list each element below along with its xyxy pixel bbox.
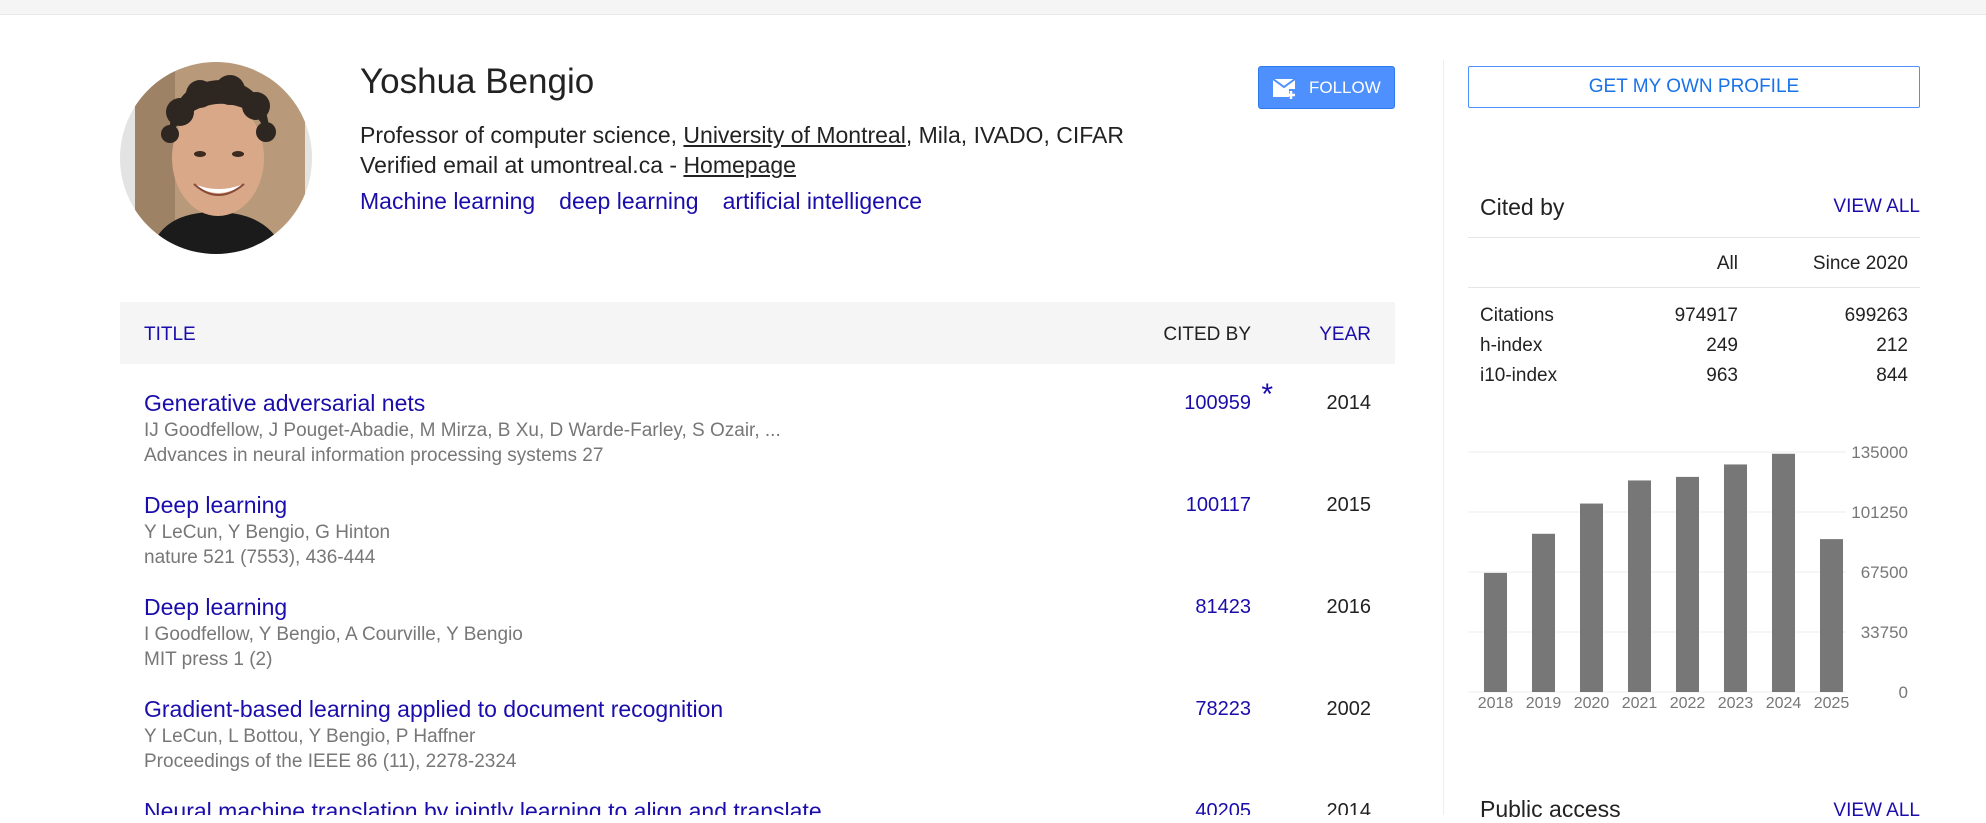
cited-by-link[interactable]: 100959 bbox=[1184, 392, 1251, 415]
paper-venue: Advances in neural information processin… bbox=[144, 445, 604, 466]
x-tick-label: 2018 bbox=[1478, 695, 1514, 712]
avatar-photo bbox=[135, 62, 305, 254]
paper-year: 2015 bbox=[1326, 494, 1372, 516]
interest-link[interactable]: deep learning bbox=[559, 188, 698, 214]
cited-by-link[interactable]: 78223 bbox=[1195, 698, 1251, 721]
paper-year: 2014 bbox=[1326, 800, 1372, 815]
paper-year: 2014 bbox=[1326, 392, 1372, 414]
citation-bar-2019[interactable] bbox=[1532, 533, 1555, 692]
homepage-link[interactable]: Homepage bbox=[683, 152, 796, 178]
stat-all: 974917 bbox=[1674, 305, 1738, 326]
stat-since: 844 bbox=[1876, 365, 1908, 386]
paper-year: 2002 bbox=[1326, 698, 1372, 720]
y-tick-label: 101250 bbox=[1851, 503, 1908, 522]
paper-authors: I Goodfellow, Y Bengio, A Courville, Y B… bbox=[144, 624, 523, 645]
x-tick-label: 2023 bbox=[1718, 695, 1754, 712]
follow-button[interactable]: FOLLOW bbox=[1258, 66, 1395, 109]
stat-all: 963 bbox=[1706, 365, 1738, 386]
stats-col-since: Since 2020 bbox=[1812, 253, 1908, 274]
citation-bar-2025[interactable] bbox=[1820, 539, 1843, 692]
column-divider bbox=[1443, 60, 1444, 815]
public-access-heading: Public access bbox=[1480, 796, 1621, 822]
sort-year[interactable]: YEAR bbox=[1319, 324, 1371, 346]
paper-authors: IJ Goodfellow, J Pouget-Abadie, M Mirza,… bbox=[144, 420, 781, 441]
citations-chart: 135000 101250 67500 33750 0 2018 2019 2020 2021 2… bbox=[1468, 443, 1908, 712]
stat-label: i10-index bbox=[1480, 365, 1558, 386]
paper-title-link[interactable]: Generative adversarial nets bbox=[144, 390, 425, 417]
affiliation-suffix: , Mila, IVADO, CIFAR bbox=[905, 122, 1124, 148]
paper-year: 2016 bbox=[1326, 596, 1372, 618]
interests: Machine learning deep learning artificial … bbox=[360, 188, 946, 215]
paper-venue: MIT press 1 (2) bbox=[144, 649, 273, 670]
citation-bar-2018[interactable] bbox=[1484, 572, 1507, 692]
paper-title-link[interactable]: Deep learning bbox=[144, 594, 287, 621]
y-tick-label: 0 bbox=[1899, 683, 1908, 702]
stat-label: h-index bbox=[1480, 335, 1543, 356]
cited-by-link[interactable]: 100117 bbox=[1186, 494, 1251, 517]
y-tick-label: 67500 bbox=[1861, 563, 1908, 582]
divider bbox=[1468, 237, 1920, 238]
paper-venue: nature 521 (7553), 436-444 bbox=[144, 547, 376, 568]
interest-link[interactable]: Machine learning bbox=[360, 188, 535, 214]
mail-plus-icon bbox=[1272, 77, 1296, 99]
table-row: Deep learning I Goodfellow, Y Bengio, A … bbox=[120, 594, 1395, 696]
paper-title-link[interactable]: Gradient-based learning applied to docum… bbox=[144, 696, 723, 723]
cited-by-heading: Cited by bbox=[1480, 194, 1565, 220]
merged-citations-star[interactable]: * bbox=[1261, 378, 1273, 412]
paper-venue: Proceedings of the IEEE 86 (11), 2278-23… bbox=[144, 751, 517, 772]
x-tick-label: 2024 bbox=[1766, 695, 1802, 712]
paper-title-link[interactable]: Neural machine translation by jointly le… bbox=[144, 798, 822, 815]
citation-bar-2024[interactable] bbox=[1772, 453, 1795, 692]
interest-link[interactable]: artificial intelligence bbox=[723, 188, 922, 214]
sort-title[interactable]: TITLE bbox=[144, 324, 196, 346]
column-cited-by: CITED BY bbox=[1163, 324, 1251, 345]
paper-authors: Y LeCun, Y Bengio, G Hinton bbox=[144, 522, 391, 543]
table-row: Deep learning Y LeCun, Y Bengio, G Hinto… bbox=[120, 492, 1395, 594]
get-own-profile-button[interactable]: GET MY OWN PROFILE bbox=[1468, 66, 1920, 108]
top-strip bbox=[0, 0, 1986, 15]
x-tick-label: 2019 bbox=[1526, 695, 1562, 712]
x-tick-label: 2020 bbox=[1574, 695, 1610, 712]
divider bbox=[1468, 287, 1920, 288]
affiliation: Professor of computer science, Universit… bbox=[360, 122, 1124, 149]
citation-bar-2023[interactable] bbox=[1724, 464, 1747, 692]
x-tick-label: 2021 bbox=[1622, 695, 1658, 712]
paper-title-link[interactable]: Deep learning bbox=[144, 492, 287, 519]
stat-since: 699263 bbox=[1844, 305, 1908, 326]
y-tick-label: 135000 bbox=[1851, 443, 1908, 462]
paper-authors: Y LeCun, L Bottou, Y Bengio, P Haffner bbox=[144, 726, 476, 747]
stat-label: Citations bbox=[1480, 305, 1554, 326]
stat-all: 249 bbox=[1706, 335, 1738, 356]
citation-bar-2020[interactable] bbox=[1580, 503, 1603, 692]
table-row: Gradient-based learning applied to docum… bbox=[120, 696, 1395, 798]
email-text: Verified email at umontreal.ca - bbox=[360, 152, 684, 178]
affiliation-prefix: Professor of computer science, bbox=[360, 122, 684, 148]
stat-since: 212 bbox=[1876, 335, 1908, 356]
cited-by-link[interactable]: 40205 bbox=[1195, 800, 1251, 815]
table-header: TITLE CITED BY YEAR bbox=[120, 302, 1395, 364]
public-access-view-all[interactable]: VIEW ALL bbox=[1833, 800, 1920, 822]
citation-bar-2021[interactable] bbox=[1628, 480, 1651, 692]
citation-bar-2022[interactable] bbox=[1676, 476, 1699, 692]
x-tick-label: 2025 bbox=[1814, 695, 1850, 712]
x-tick-label: 2022 bbox=[1670, 695, 1706, 712]
stats-col-all: All bbox=[1716, 253, 1738, 274]
avatar bbox=[120, 62, 312, 254]
table-row: Neural machine translation by jointly le… bbox=[120, 798, 1395, 815]
profile-name: Yoshua Bengio bbox=[360, 62, 595, 101]
y-tick-label: 33750 bbox=[1861, 623, 1908, 642]
follow-label: FOLLOW bbox=[1309, 77, 1381, 97]
affiliation-link[interactable]: University of Montreal bbox=[683, 122, 905, 148]
table-row: Generative adversarial nets IJ Goodfello… bbox=[120, 378, 1395, 492]
cited-by-view-all[interactable]: VIEW ALL bbox=[1833, 196, 1920, 218]
email-line: Verified email at umontreal.ca - Homepag… bbox=[360, 152, 796, 179]
cited-by-link[interactable]: 81423 bbox=[1195, 596, 1251, 619]
